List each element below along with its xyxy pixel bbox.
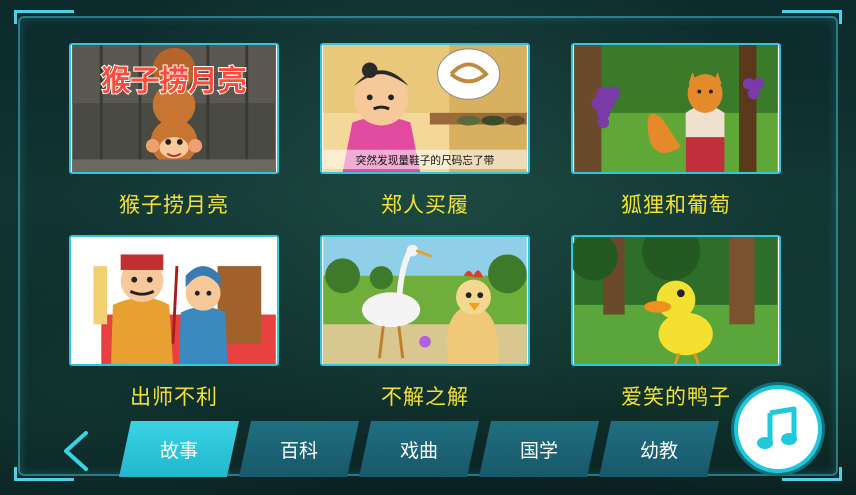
tab-classics[interactable]: 国学 — [479, 421, 599, 477]
tab-label: 国学 — [519, 439, 558, 462]
category-tab-bar: 故事 百科 戏曲 国学 幼教 — [0, 421, 856, 477]
tab-label: 幼教 — [639, 439, 678, 462]
crane-rooster-thumbnail-art — [323, 237, 527, 364]
story-title[interactable]: 出师不利 — [69, 381, 279, 411]
story-card[interactable]: 出师不利 — [69, 235, 279, 411]
story-title[interactable]: 狐狸和葡萄 — [571, 189, 781, 219]
story-thumbnail[interactable] — [571, 235, 781, 366]
music-note-icon — [757, 406, 797, 449]
story-card[interactable]: 爱笑的鸭子 — [571, 235, 781, 411]
shoe-buyer-thumbnail-art: 突然发现量鞋子的尺码忘了带 — [323, 45, 527, 172]
story-thumbnail[interactable] — [320, 235, 530, 366]
music-button[interactable] — [734, 385, 822, 473]
tab-opera[interactable]: 戏曲 — [359, 421, 479, 477]
fox-grapes-thumbnail-art — [574, 45, 778, 172]
story-card[interactable]: 突然发现量鞋子的尺码忘了带 郑人买履 — [320, 43, 530, 219]
tab-encyclopedia[interactable]: 百科 — [239, 421, 359, 477]
story-thumbnail[interactable]: 猴子捞月亮 — [69, 43, 279, 174]
story-thumbnail[interactable]: 突然发现量鞋子的尺码忘了带 — [320, 43, 530, 174]
monkey-thumbnail-art: 猴子捞月亮 — [72, 45, 276, 172]
tab-stories[interactable]: 故事 — [119, 421, 239, 477]
chevron-left-icon — [64, 431, 88, 471]
back-button[interactable] — [58, 429, 94, 473]
generals-thumbnail-art — [72, 237, 276, 364]
story-thumbnail[interactable] — [69, 235, 279, 366]
story-title[interactable]: 猴子捞月亮 — [69, 189, 279, 219]
story-thumbnail[interactable] — [571, 43, 781, 174]
tab-label: 戏曲 — [399, 439, 438, 462]
thumbnail-title-text: 猴子捞月亮 — [101, 64, 246, 98]
story-title[interactable]: 不解之解 — [320, 381, 530, 411]
story-card[interactable]: 不解之解 — [320, 235, 530, 411]
tab-label: 百科 — [279, 439, 318, 462]
laughing-duck-thumbnail-art — [573, 237, 778, 364]
thumbnail-caption: 突然发现量鞋子的尺码忘了带 — [356, 154, 495, 167]
story-card[interactable]: 猴子捞月亮 猴子捞月亮 — [69, 43, 279, 219]
tab-preschool[interactable]: 幼教 — [599, 421, 719, 477]
story-grid: 猴子捞月亮 猴子捞月亮 突然发现量鞋子的尺码忘了带 郑人买履 狐狸和葡萄 出师不… — [0, 0, 856, 420]
tab-label: 故事 — [159, 439, 198, 462]
story-card[interactable]: 狐狸和葡萄 — [571, 43, 781, 219]
story-title[interactable]: 郑人买履 — [320, 189, 530, 219]
